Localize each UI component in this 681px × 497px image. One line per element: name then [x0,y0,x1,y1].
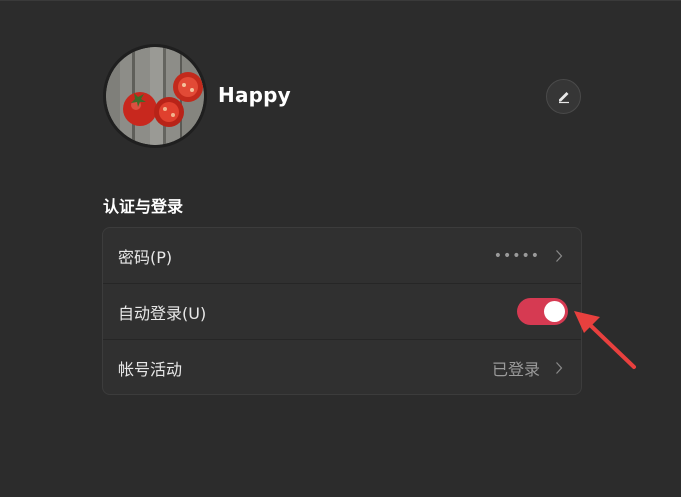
chevron-right-icon [554,248,564,264]
password-row[interactable]: 密码(P) ••••• [103,228,581,284]
auth-settings-list: 密码(P) ••••• 自动登录(U) 帐号活动 已登录 [102,227,582,395]
auto-login-label: 自动登录(U) [118,303,207,323]
section-title-auth: 认证与登录 [103,197,184,216]
auto-login-row: 自动登录(U) [103,284,581,340]
avatar-image [106,47,204,145]
toggle-knob [544,301,565,322]
avatar[interactable] [103,44,207,148]
account-activity-row[interactable]: 帐号活动 已登录 [103,340,581,394]
password-value: ••••• [493,247,540,264]
pencil-icon [558,91,569,103]
auto-login-toggle[interactable] [517,298,568,325]
password-label: 密码(P) [118,247,173,267]
settings-window: Happy 认证与登录 密码(P) ••••• 自动登录(U) 帐号活动 已登录 [0,0,681,497]
chevron-right-icon [554,360,564,376]
user-name: Happy [218,83,291,107]
account-activity-value: 已登录 [491,360,540,379]
edit-name-button[interactable] [546,79,581,114]
account-activity-label: 帐号活动 [118,360,183,379]
